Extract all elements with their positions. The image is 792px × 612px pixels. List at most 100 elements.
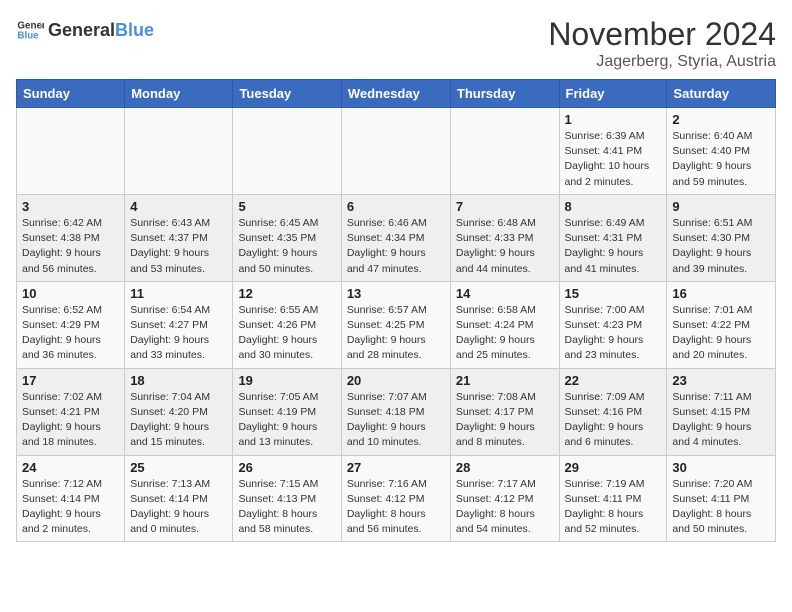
day-info: Sunrise: 7:05 AM Sunset: 4:19 PM Dayligh… [238, 390, 335, 451]
day-number: 5 [238, 199, 335, 214]
calendar-week-row: 17Sunrise: 7:02 AM Sunset: 4:21 PM Dayli… [17, 368, 776, 455]
day-info: Sunrise: 6:46 AM Sunset: 4:34 PM Dayligh… [347, 216, 445, 277]
header-wednesday: Wednesday [341, 80, 450, 108]
day-info: Sunrise: 6:54 AM Sunset: 4:27 PM Dayligh… [130, 303, 227, 364]
day-number: 18 [130, 373, 227, 388]
day-number: 25 [130, 460, 227, 475]
day-number: 23 [672, 373, 770, 388]
day-info: Sunrise: 7:17 AM Sunset: 4:12 PM Dayligh… [456, 477, 554, 538]
title-area: November 2024 Jagerberg, Styria, Austria [548, 16, 776, 71]
day-info: Sunrise: 7:11 AM Sunset: 4:15 PM Dayligh… [672, 390, 770, 451]
header-sunday: Sunday [17, 80, 125, 108]
generalblue-logo-icon: General Blue [16, 16, 44, 44]
day-info: Sunrise: 6:49 AM Sunset: 4:31 PM Dayligh… [565, 216, 662, 277]
table-row [341, 108, 450, 195]
day-number: 13 [347, 286, 445, 301]
day-number: 6 [347, 199, 445, 214]
calendar-table: Sunday Monday Tuesday Wednesday Thursday… [16, 79, 776, 542]
day-number: 26 [238, 460, 335, 475]
day-info: Sunrise: 6:40 AM Sunset: 4:40 PM Dayligh… [672, 129, 770, 190]
day-info: Sunrise: 6:55 AM Sunset: 4:26 PM Dayligh… [238, 303, 335, 364]
table-row: 4 Sunrise: 6:43 AM Sunset: 4:37 PM Daylig… [125, 194, 233, 281]
day-info: Sunrise: 6:43 AM Sunset: 4:37 PM Dayligh… [130, 216, 227, 277]
header-area: General Blue GeneralBlue November 2024 J… [16, 16, 776, 71]
day-info: Sunrise: 7:12 AM Sunset: 4:14 PM Dayligh… [22, 477, 119, 538]
table-row: 13 Sunrise: 6:57 AM Sunset: 4:25 PM Dayli… [341, 281, 450, 368]
day-info: Sunrise: 7:16 AM Sunset: 4:12 PM Dayligh… [347, 477, 445, 538]
day-number: 15 [565, 286, 662, 301]
table-row: 29 Sunrise: 7:19 AM Sunset: 4:11 PM Dayli… [559, 455, 667, 542]
month-title: November 2024 [548, 16, 776, 53]
table-row [450, 108, 559, 195]
table-row: 22 Sunrise: 7:09 AM Sunset: 4:16 PM Dayli… [559, 368, 667, 455]
header-thursday: Thursday [450, 80, 559, 108]
day-info: Sunrise: 7:00 AM Sunset: 4:23 PM Dayligh… [565, 303, 662, 364]
day-number: 14 [456, 286, 554, 301]
day-number: 21 [456, 373, 554, 388]
day-number: 24 [22, 460, 119, 475]
day-number: 20 [347, 373, 445, 388]
calendar-week-row: 1 Sunrise: 6:39 AM Sunset: 4:41 PM Daylig… [17, 108, 776, 195]
day-number: 29 [565, 460, 662, 475]
day-number: 3 [22, 199, 119, 214]
day-info: Sunrise: 7:19 AM Sunset: 4:11 PM Dayligh… [565, 477, 662, 538]
table-row: 20Sunrise: 7:07 AM Sunset: 4:18 PM Dayli… [341, 368, 450, 455]
table-row: 2 Sunrise: 6:40 AM Sunset: 4:40 PM Daylig… [667, 108, 776, 195]
table-row: 28Sunrise: 7:17 AM Sunset: 4:12 PM Dayli… [450, 455, 559, 542]
day-number: 16 [672, 286, 770, 301]
table-row: 18 Sunrise: 7:04 AM Sunset: 4:20 PM Dayli… [125, 368, 233, 455]
day-number: 19 [238, 373, 335, 388]
day-info: Sunrise: 6:58 AM Sunset: 4:24 PM Dayligh… [456, 303, 554, 364]
header-monday: Monday [125, 80, 233, 108]
day-info: Sunrise: 6:48 AM Sunset: 4:33 PM Dayligh… [456, 216, 554, 277]
table-row: 23 Sunrise: 7:11 AM Sunset: 4:15 PM Dayli… [667, 368, 776, 455]
table-row: 1 Sunrise: 6:39 AM Sunset: 4:41 PM Daylig… [559, 108, 667, 195]
table-row: 27 Sunrise: 7:16 AM Sunset: 4:12 PM Dayli… [341, 455, 450, 542]
day-number: 27 [347, 460, 445, 475]
day-number: 10 [22, 286, 119, 301]
table-row [125, 108, 233, 195]
table-row: 8 Sunrise: 6:49 AM Sunset: 4:31 PM Daylig… [559, 194, 667, 281]
table-row: 5 Sunrise: 6:45 AM Sunset: 4:35 PM Daylig… [233, 194, 341, 281]
day-number: 1 [565, 112, 662, 127]
location-title: Jagerberg, Styria, Austria [548, 53, 776, 71]
table-row: 24 Sunrise: 7:12 AM Sunset: 4:14 PM Dayli… [17, 455, 125, 542]
table-row: 9 Sunrise: 6:51 AM Sunset: 4:30 PM Daylig… [667, 194, 776, 281]
table-row: 3 Sunrise: 6:42 AM Sunset: 4:38 PM Daylig… [17, 194, 125, 281]
day-info: Sunrise: 7:09 AM Sunset: 4:16 PM Dayligh… [565, 390, 662, 451]
header-tuesday: Tuesday [233, 80, 341, 108]
table-row: 16Sunrise: 7:01 AM Sunset: 4:22 PM Dayli… [667, 281, 776, 368]
day-info: Sunrise: 6:39 AM Sunset: 4:41 PM Dayligh… [565, 129, 662, 190]
table-row: 26 Sunrise: 7:15 AM Sunset: 4:13 PM Dayli… [233, 455, 341, 542]
calendar-week-row: 10 Sunrise: 6:52 AM Sunset: 4:29 PM Dayli… [17, 281, 776, 368]
table-row [17, 108, 125, 195]
table-row: 21 Sunrise: 7:08 AM Sunset: 4:17 PM Dayli… [450, 368, 559, 455]
day-number: 8 [565, 199, 662, 214]
day-info: Sunrise: 6:45 AM Sunset: 4:35 PM Dayligh… [238, 216, 335, 277]
day-info: Sunrise: 6:51 AM Sunset: 4:30 PM Dayligh… [672, 216, 770, 277]
day-info: Sunrise: 7:08 AM Sunset: 4:17 PM Dayligh… [456, 390, 554, 451]
day-info: Sunrise: 7:15 AM Sunset: 4:13 PM Dayligh… [238, 477, 335, 538]
day-info: Sunrise: 6:42 AM Sunset: 4:38 PM Dayligh… [22, 216, 119, 277]
day-number: 11 [130, 286, 227, 301]
day-number: 9 [672, 199, 770, 214]
day-number: 7 [456, 199, 554, 214]
header-friday: Friday [559, 80, 667, 108]
day-number: 4 [130, 199, 227, 214]
day-number: 30 [672, 460, 770, 475]
table-row [233, 108, 341, 195]
table-row: 11 Sunrise: 6:54 AM Sunset: 4:27 PM Dayli… [125, 281, 233, 368]
day-info: Sunrise: 6:57 AM Sunset: 4:25 PM Dayligh… [347, 303, 445, 364]
day-number: 2 [672, 112, 770, 127]
day-info: Sunrise: 7:04 AM Sunset: 4:20 PM Dayligh… [130, 390, 227, 451]
logo-general: General [48, 20, 115, 40]
day-info: Sunrise: 7:20 AM Sunset: 4:11 PM Dayligh… [672, 477, 770, 538]
table-row: 12Sunrise: 6:55 AM Sunset: 4:26 PM Dayli… [233, 281, 341, 368]
day-number: 17 [22, 373, 119, 388]
calendar-week-row: 3 Sunrise: 6:42 AM Sunset: 4:38 PM Daylig… [17, 194, 776, 281]
table-row: 19 Sunrise: 7:05 AM Sunset: 4:19 PM Dayli… [233, 368, 341, 455]
day-number: 22 [565, 373, 662, 388]
day-info: Sunrise: 6:52 AM Sunset: 4:29 PM Dayligh… [22, 303, 119, 364]
table-row: 7 Sunrise: 6:48 AM Sunset: 4:33 PM Daylig… [450, 194, 559, 281]
table-row: 10 Sunrise: 6:52 AM Sunset: 4:29 PM Dayli… [17, 281, 125, 368]
